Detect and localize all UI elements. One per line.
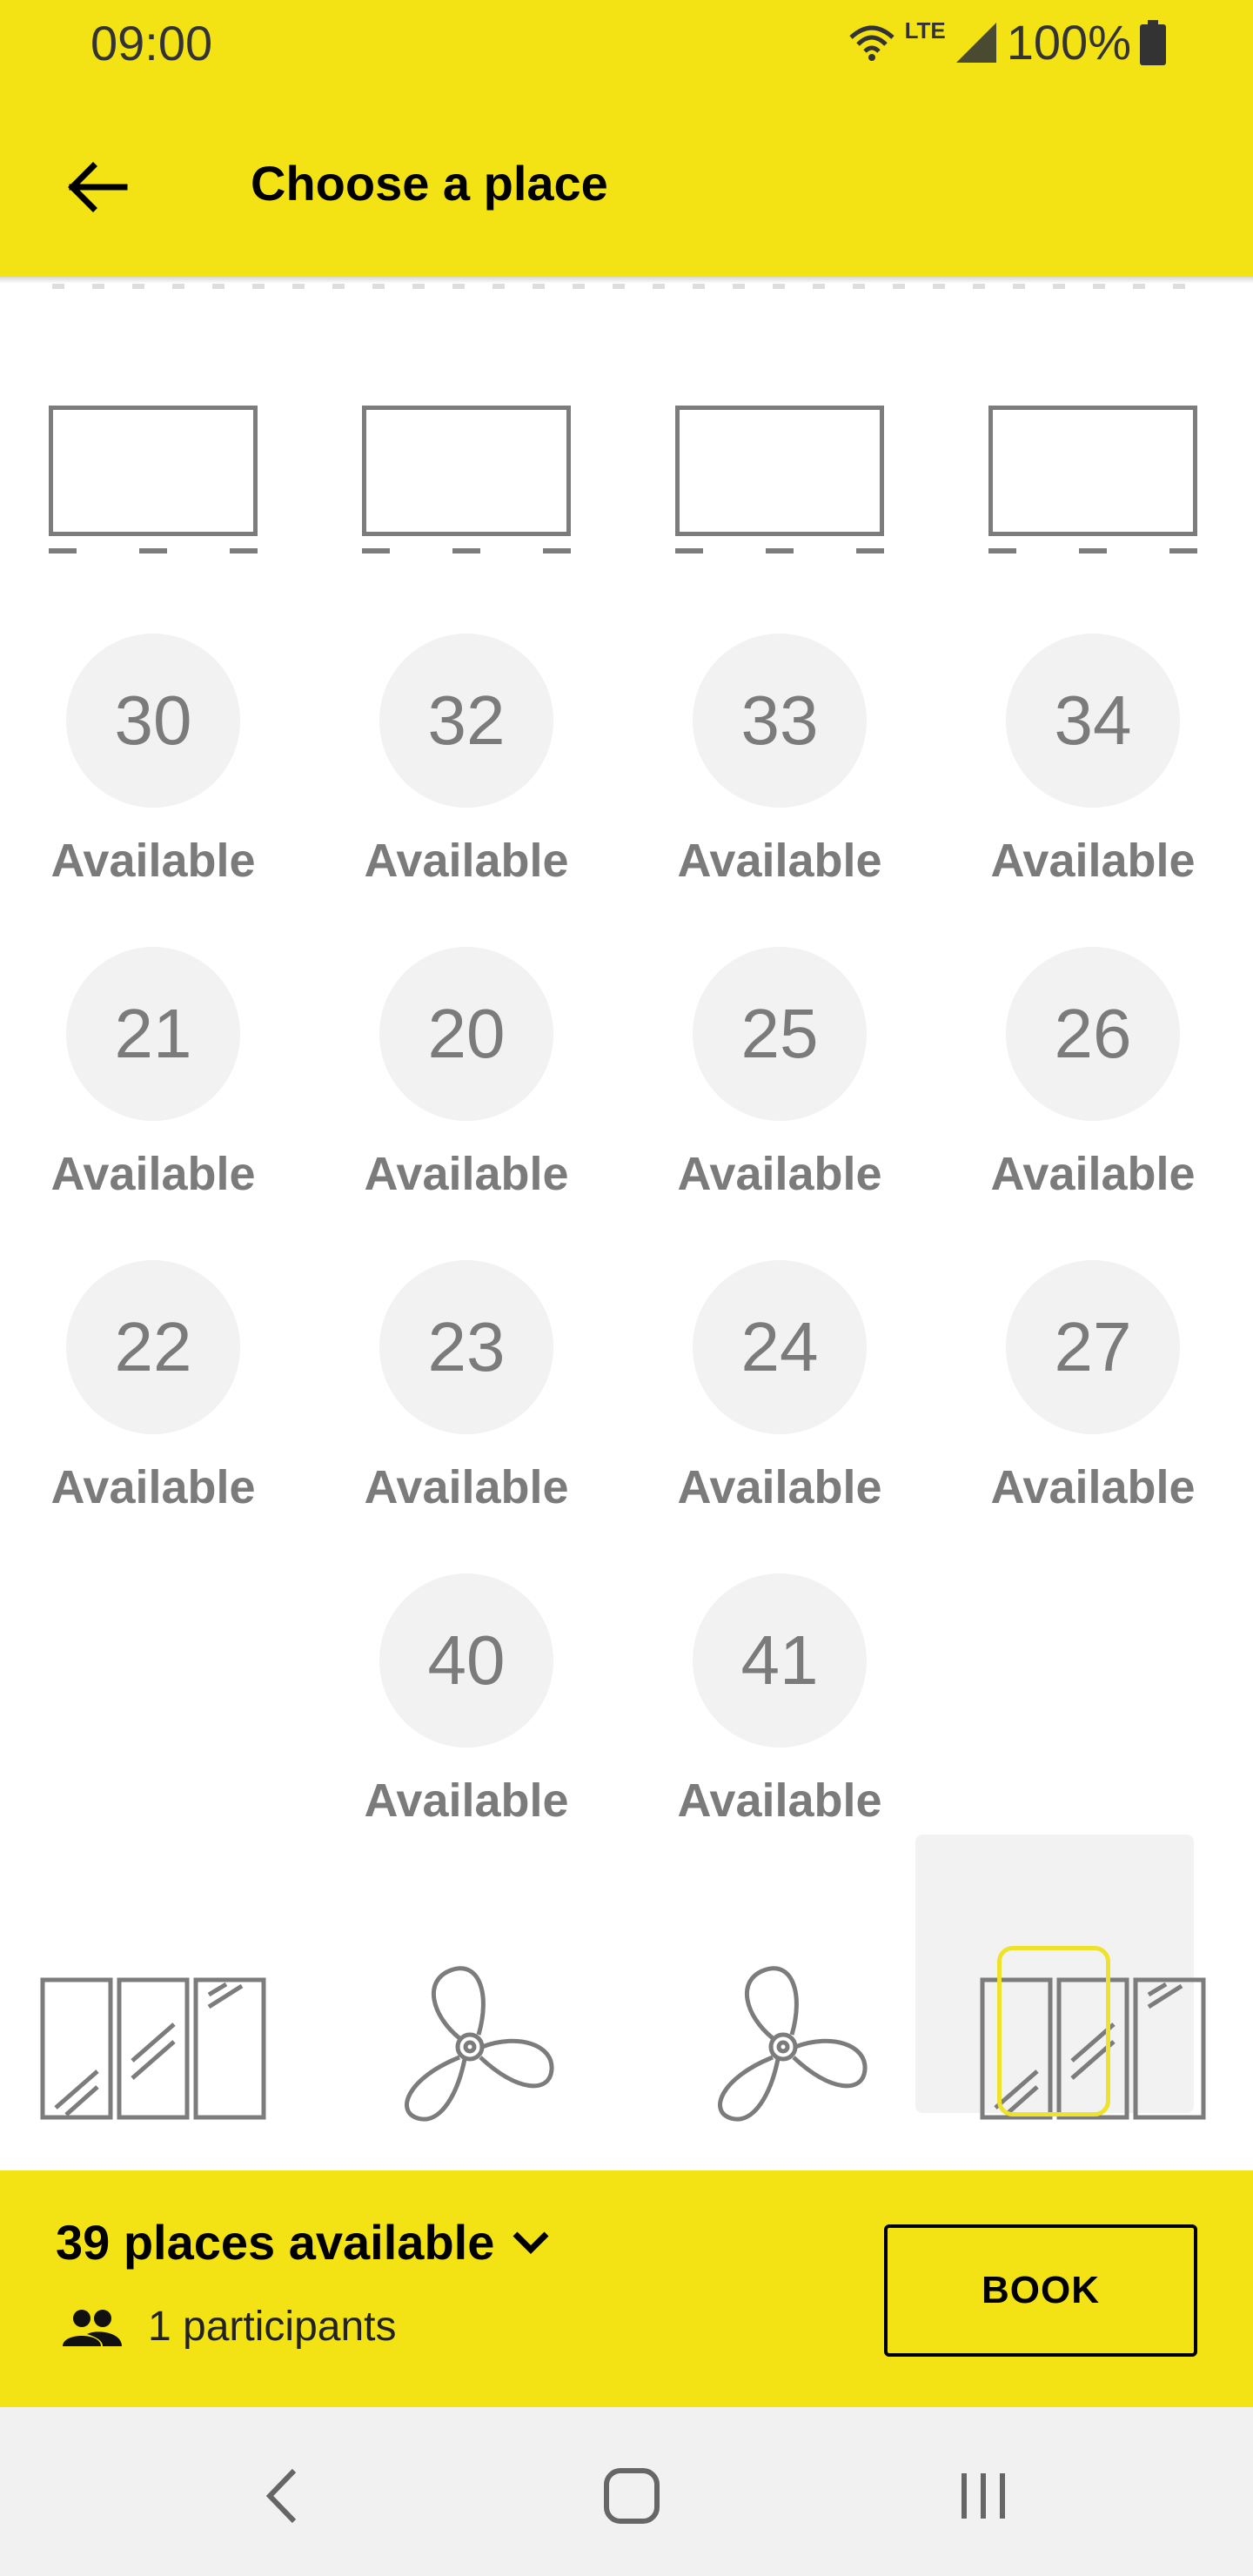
seat-22[interactable]: 22 Available bbox=[31, 1260, 275, 1539]
seat-25[interactable]: 25 Available bbox=[658, 947, 901, 1225]
seat-41[interactable]: 41 Available bbox=[658, 1573, 901, 1852]
seat-24[interactable]: 24 Available bbox=[658, 1260, 901, 1539]
seat-status: Available bbox=[990, 1461, 1196, 1513]
seat-status: Available bbox=[677, 1774, 882, 1827]
seat-number: 20 bbox=[379, 947, 553, 1121]
seat-32[interactable]: 32 Available bbox=[345, 634, 588, 912]
chevron-down-icon bbox=[513, 2231, 549, 2254]
back-button[interactable] bbox=[49, 139, 144, 235]
battery-percent: 100% bbox=[1006, 15, 1131, 70]
seat-status: Available bbox=[364, 1774, 569, 1827]
battery-icon bbox=[1140, 20, 1166, 65]
seat-number: 40 bbox=[379, 1573, 553, 1748]
seat-number: 25 bbox=[693, 947, 867, 1121]
clipped-row-hint bbox=[52, 284, 1201, 289]
nav-back-button[interactable] bbox=[230, 2452, 334, 2539]
screen-4 bbox=[988, 406, 1197, 553]
fan-icon bbox=[405, 1966, 554, 2122]
seat-number: 23 bbox=[379, 1260, 553, 1434]
arrow-left-icon bbox=[68, 162, 128, 212]
status-icons: LTE 100% bbox=[848, 12, 1166, 73]
seat-status: Available bbox=[990, 1148, 1196, 1200]
seat-33[interactable]: 33 Available bbox=[658, 634, 901, 912]
seat-40[interactable]: 40 Available bbox=[345, 1573, 588, 1852]
wifi-icon bbox=[848, 25, 895, 61]
seat-status: Available bbox=[364, 1461, 569, 1513]
seat-status: Available bbox=[50, 1148, 256, 1200]
seat-number: 26 bbox=[1006, 947, 1180, 1121]
seat-status: Available bbox=[50, 1461, 256, 1513]
system-nav-bar bbox=[0, 2407, 1253, 2576]
app-header: 09:00 LTE 100% Choose a place bbox=[0, 0, 1253, 277]
seat-number: 33 bbox=[693, 634, 867, 808]
seat-30[interactable]: 30 Available bbox=[31, 634, 275, 912]
participants-label: 1 participants bbox=[148, 2304, 397, 2350]
seat-number: 22 bbox=[66, 1260, 240, 1434]
seat-number: 34 bbox=[1006, 634, 1180, 808]
seat-34[interactable]: 34 Available bbox=[971, 634, 1215, 912]
seat-status: Available bbox=[677, 835, 882, 887]
floor-plan[interactable]: 30 Available 32 Available 33 Available 3… bbox=[0, 284, 1253, 2170]
appbar-shadow bbox=[0, 277, 1253, 284]
seat-23[interactable]: 23 Available bbox=[345, 1260, 588, 1539]
seat-number: 27 bbox=[1006, 1260, 1180, 1434]
seat-status: Available bbox=[364, 1148, 569, 1200]
screen-1 bbox=[49, 406, 258, 553]
booking-bar: 39 places available 1 participants BOOK bbox=[0, 2170, 1253, 2407]
participants-info: 1 participants bbox=[63, 2301, 397, 2353]
nav-home-button[interactable] bbox=[580, 2452, 684, 2539]
seat-number: 41 bbox=[693, 1573, 867, 1748]
seat-status: Available bbox=[677, 1461, 882, 1513]
signal-icon bbox=[955, 23, 996, 63]
fan-icon bbox=[718, 1966, 868, 2122]
screen-2 bbox=[362, 406, 571, 553]
page-title: Choose a place bbox=[251, 156, 608, 211]
places-available-label: 39 places available bbox=[56, 2215, 495, 2270]
seat-status: Available bbox=[364, 835, 569, 887]
window-icon bbox=[40, 1977, 266, 2120]
back-nav-icon bbox=[265, 2468, 297, 2524]
seat-26[interactable]: 26 Available bbox=[971, 947, 1215, 1225]
seat-20[interactable]: 20 Available bbox=[345, 947, 588, 1225]
status-time: 09:00 bbox=[90, 16, 213, 70]
book-button[interactable]: BOOK bbox=[884, 2224, 1197, 2357]
seat-status: Available bbox=[677, 1148, 882, 1200]
seat-number: 24 bbox=[693, 1260, 867, 1434]
seat-21[interactable]: 21 Available bbox=[31, 947, 275, 1225]
lte-icon: LTE bbox=[904, 17, 946, 44]
selection-indicator bbox=[997, 1946, 1110, 2116]
recents-nav-icon bbox=[962, 2473, 1005, 2519]
seat-number: 32 bbox=[379, 634, 553, 808]
seat-status: Available bbox=[50, 835, 256, 887]
seat-status: Available bbox=[990, 835, 1196, 887]
seat-27[interactable]: 27 Available bbox=[971, 1260, 1215, 1539]
home-nav-icon bbox=[604, 2468, 660, 2524]
screen-3 bbox=[675, 406, 884, 553]
nav-recents-button[interactable] bbox=[931, 2452, 1035, 2539]
people-icon bbox=[63, 2310, 122, 2346]
seat-number: 30 bbox=[66, 634, 240, 808]
seat-number: 21 bbox=[66, 947, 240, 1121]
places-available-toggle[interactable]: 39 places available bbox=[56, 2212, 552, 2273]
